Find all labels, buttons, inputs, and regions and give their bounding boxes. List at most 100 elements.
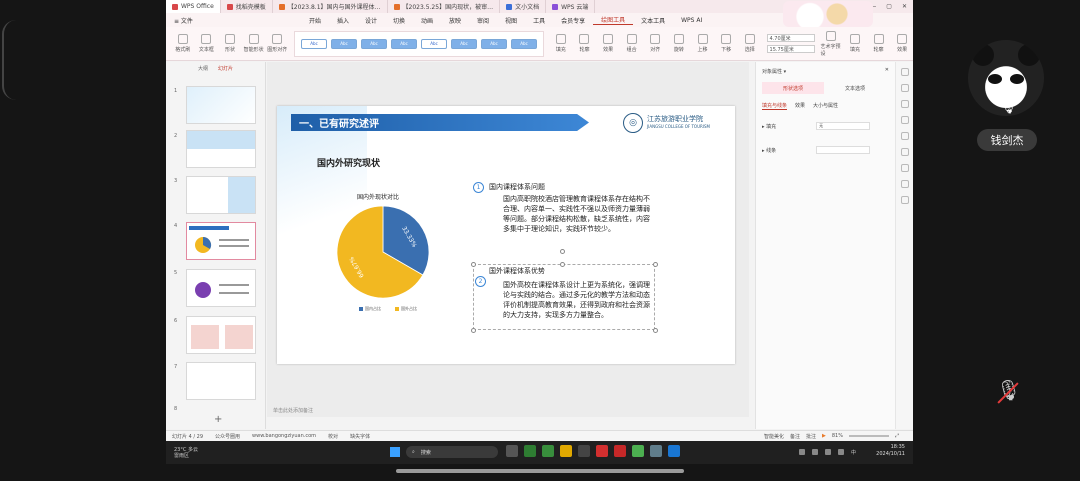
select-button[interactable]: 选择 xyxy=(739,30,761,58)
line-dropdown[interactable] xyxy=(816,146,871,154)
menu-drawing-tools[interactable]: 绘图工具 xyxy=(593,15,634,25)
close-icon[interactable]: ✕ xyxy=(902,3,907,10)
task-view-icon[interactable] xyxy=(506,445,518,457)
style-swatch[interactable]: Abc xyxy=(481,38,508,49)
notes-placeholder[interactable]: 单击此处添加备注 xyxy=(267,407,313,414)
text-outline-button[interactable]: 轮廓 xyxy=(868,30,890,58)
text-effect-button[interactable]: 效果 xyxy=(891,30,913,58)
tab-text-options[interactable]: 文本选项 xyxy=(824,82,886,94)
tool-icon[interactable] xyxy=(900,180,909,188)
send-backward-button[interactable]: 下移 xyxy=(715,30,737,58)
app-icon[interactable] xyxy=(578,445,590,457)
menu-text-tools[interactable]: 文本工具 xyxy=(633,16,673,25)
outline-button[interactable]: 轮廓 xyxy=(574,30,596,58)
chrome-icon[interactable] xyxy=(542,445,554,457)
rotate-handle[interactable] xyxy=(560,249,565,254)
ime-indicator[interactable]: 中 xyxy=(851,449,857,456)
section-body-1[interactable]: 国内高职院校酒店管理教育课程体系存在结构不合理、内容单一、实践性不强以及师资力量… xyxy=(503,194,653,234)
network-icon[interactable] xyxy=(825,449,831,455)
menu-animation[interactable]: 动画 xyxy=(413,16,441,25)
slide[interactable]: 一、已有研究述评 » ◎ 江苏旅游职业学院 JIANGSU COLLEGE OF … xyxy=(277,106,735,364)
app-icon[interactable] xyxy=(650,445,662,457)
shape-button[interactable]: 形状 xyxy=(219,30,241,58)
style-swatch[interactable]: Abc xyxy=(391,38,418,49)
align-button[interactable]: 对齐 xyxy=(644,30,666,58)
menu-wps-ai[interactable]: WPS AI xyxy=(673,17,710,24)
app-tray-icon[interactable] xyxy=(812,449,818,455)
notes-button[interactable]: 备注 xyxy=(790,433,800,440)
tool-icon[interactable] xyxy=(900,116,909,124)
resize-handle[interactable] xyxy=(560,262,565,267)
resize-handle[interactable] xyxy=(471,262,476,267)
menu-file[interactable]: ≡ 文件 xyxy=(166,16,201,25)
comment-button[interactable]: 批注 xyxy=(806,433,816,440)
tool-icon[interactable] xyxy=(900,164,909,172)
style-swatch[interactable]: Abc xyxy=(511,38,538,49)
tool-icon[interactable] xyxy=(900,196,909,204)
subtab-effect[interactable]: 效果 xyxy=(795,102,805,110)
proofread-button[interactable]: 校对 xyxy=(328,433,338,440)
slide-thumbnail[interactable] xyxy=(186,176,256,214)
tool-icon[interactable] xyxy=(900,84,909,92)
bring-forward-button[interactable]: 上移 xyxy=(692,30,714,58)
resize-handle[interactable] xyxy=(653,262,658,267)
home-indicator[interactable] xyxy=(396,469,684,473)
explorer-icon[interactable] xyxy=(560,445,572,457)
pie-chart[interactable]: 33.33%66.67% xyxy=(333,202,433,302)
menu-home[interactable]: 开始 xyxy=(301,16,329,25)
slide-thumbnail[interactable] xyxy=(186,269,256,307)
tab-doc-3[interactable]: 文小文档 xyxy=(500,0,547,13)
format-painter-button[interactable]: 格式刷 xyxy=(172,30,194,58)
clock[interactable]: 18:35 2024/10/11 xyxy=(876,444,905,458)
panel-title[interactable]: 对象属性 ▾ xyxy=(762,68,786,75)
tab-shape-options[interactable]: 形状选项 xyxy=(762,82,824,94)
tool-icon[interactable] xyxy=(900,68,909,76)
volume-icon[interactable] xyxy=(838,449,844,455)
fill-dropdown[interactable]: 无 xyxy=(816,122,871,130)
zoom-slider[interactable] xyxy=(848,435,889,437)
width-input[interactable]: 4.70厘米 xyxy=(766,34,815,42)
play-icon[interactable]: ▶ xyxy=(822,433,826,439)
slide-thumbnail[interactable] xyxy=(186,130,256,168)
smart-shape-button[interactable]: 智能形状 xyxy=(243,30,265,58)
slide-thumbnail-selected[interactable] xyxy=(186,222,256,260)
resize-handle[interactable] xyxy=(653,328,658,333)
line-label[interactable]: ▸ 线条 xyxy=(762,147,776,154)
style-swatch[interactable]: Abc xyxy=(451,38,478,49)
edge-icon[interactable] xyxy=(524,445,536,457)
tab-doc-2[interactable]: 【2023.5.25】国内现状，被审… xyxy=(388,0,501,13)
slide-thumbnail[interactable] xyxy=(186,362,256,400)
rotate-button[interactable]: 旋转 xyxy=(668,30,690,58)
tool-icon[interactable] xyxy=(900,132,909,140)
tab-template[interactable]: 找稻壳模板 xyxy=(221,0,273,13)
menu-insert[interactable]: 插入 xyxy=(329,16,357,25)
group-button[interactable]: 组合 xyxy=(621,30,643,58)
maximize-icon[interactable]: ▢ xyxy=(886,3,892,10)
mic-muted-icon[interactable]: 🎙 xyxy=(996,378,1021,408)
effect-button[interactable]: 效果 xyxy=(597,30,619,58)
menu-view[interactable]: 视图 xyxy=(497,16,525,25)
slide-thumbnail[interactable] xyxy=(186,316,256,354)
tab-cloud[interactable]: WPS 云端 xyxy=(546,0,596,13)
wps-icon[interactable] xyxy=(614,445,626,457)
subtab-fill-line[interactable]: 填充与线条 xyxy=(762,102,788,110)
wordart-preset-button[interactable]: 艺术字预设 xyxy=(821,30,843,58)
chevron-up-icon[interactable] xyxy=(799,449,805,455)
menu-transition[interactable]: 切换 xyxy=(385,16,413,25)
textbox-button[interactable]: 文本框 xyxy=(196,30,218,58)
menu-design[interactable]: 设计 xyxy=(357,16,385,25)
fill-button[interactable]: 填充 xyxy=(550,30,572,58)
tool-icon[interactable] xyxy=(900,100,909,108)
taskbar-search[interactable]: ⌕ 搜索 xyxy=(406,446,498,458)
menu-member[interactable]: 会员专享 xyxy=(553,16,593,25)
beautify-button[interactable]: 智能美化 xyxy=(764,433,784,440)
fill-label[interactable]: ▸ 填充 xyxy=(762,123,776,130)
style-swatch[interactable]: Abc xyxy=(421,38,448,49)
menu-review[interactable]: 审阅 xyxy=(469,16,497,25)
align-graphic-button[interactable]: 图形对齐 xyxy=(266,30,288,58)
resize-handle[interactable] xyxy=(471,328,476,333)
style-swatch[interactable]: Abc xyxy=(301,38,328,49)
subtab-size[interactable]: 大小与属性 xyxy=(813,102,838,110)
tab-slides[interactable]: 幻灯片 xyxy=(218,65,233,72)
weather-widget[interactable]: 23°C 多云 雷雨区 xyxy=(174,447,198,459)
